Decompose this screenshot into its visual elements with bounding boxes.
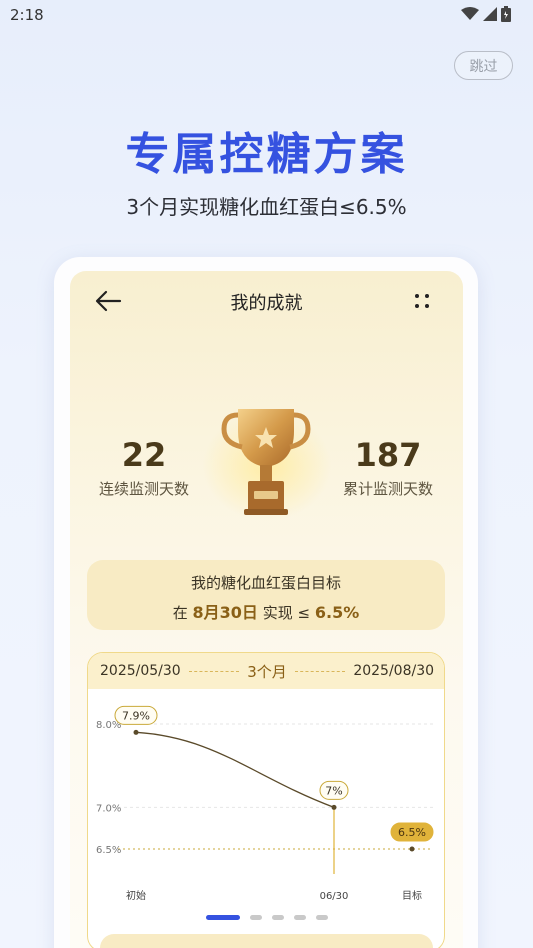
goal-date: 8月30日 bbox=[192, 603, 258, 622]
goal-line: 在 8月30日 实现 ≤ 6.5% bbox=[87, 599, 445, 623]
phone-mockup-screen: 我的成就 22 连续监测天数 187 累计监测天数 我的糖化血红蛋白目标 在 8… bbox=[70, 271, 463, 948]
chart-header: 2025/05/30 3个月 2025/08/30 bbox=[88, 653, 444, 689]
screen-title: 我的成就 bbox=[230, 293, 303, 314]
hba1c-line-chart: 8.0%7.0%6.5%7.9%7%6.5%初始 06/30 目标 bbox=[96, 705, 434, 902]
y-tick-label: 6.5% bbox=[96, 845, 121, 856]
x-tick-label: 06/30 bbox=[320, 891, 349, 902]
goal-symbol: ≤ bbox=[297, 604, 311, 622]
total-days-value: 187 bbox=[354, 436, 422, 474]
pager-dot[interactable] bbox=[205, 914, 240, 920]
data-label: 7.9% bbox=[122, 709, 150, 722]
pager-dot[interactable] bbox=[271, 914, 284, 920]
goal-target: 6.5% bbox=[314, 603, 360, 622]
hero-title: 专属控糖方案 bbox=[125, 129, 408, 180]
skip-button[interactable]: 跳过 bbox=[454, 51, 513, 80]
total-days-stat: 187 累计监测天数 bbox=[332, 436, 444, 499]
pager-dot[interactable] bbox=[315, 914, 328, 920]
carousel-pager bbox=[70, 912, 463, 922]
data-label: 6.5% bbox=[398, 826, 426, 839]
x-tick-label: 目标 bbox=[402, 890, 422, 902]
x-tick-label: 初始 bbox=[126, 889, 146, 902]
consecutive-days-label: 连续监测天数 bbox=[98, 480, 189, 498]
total-days-label: 累计监测天数 bbox=[342, 480, 433, 498]
header-divider bbox=[294, 670, 346, 672]
data-point bbox=[409, 846, 415, 852]
goal-title: 我的糖化血红蛋白目标 bbox=[190, 574, 341, 592]
hba1c-chart-card[interactable]: 2025/05/30 3个月 2025/08/30 8.0% 7.0% 6.5% 7.… bbox=[87, 652, 445, 948]
goal-prefix: 在 bbox=[172, 604, 188, 622]
status-icons bbox=[461, 6, 511, 22]
trophy-icon bbox=[221, 409, 311, 515]
goal-middle: 实现 bbox=[262, 604, 293, 622]
status-bar: 2:18 bbox=[0, 0, 533, 30]
data-point bbox=[133, 729, 139, 735]
chart-start-date: 2025/05/30 bbox=[100, 663, 181, 679]
data-label: 7% bbox=[325, 784, 342, 797]
status-time: 2:18 bbox=[10, 6, 44, 24]
pager-dot[interactable] bbox=[293, 914, 306, 920]
chart-end-date: 2025/08/30 bbox=[353, 663, 435, 679]
series-line bbox=[135, 731, 335, 808]
chart-period: 3个月 bbox=[247, 662, 287, 681]
consecutive-days-stat: 22 连续监测天数 bbox=[88, 436, 200, 499]
next-card-peek bbox=[100, 934, 433, 948]
pager-dot[interactable] bbox=[249, 914, 262, 920]
battery-icon bbox=[501, 6, 511, 22]
wifi-icon bbox=[461, 7, 479, 20]
consecutive-days-value: 22 bbox=[121, 436, 167, 474]
screen-topbar: 我的成就 bbox=[70, 271, 463, 331]
hero-subtitle: 3个月实现糖化血红蛋白≤6.5% bbox=[126, 195, 407, 219]
hba1c-goal-box: 我的糖化血红蛋白目标 在 8月30日 实现 ≤ 6.5% bbox=[87, 560, 445, 630]
header-divider bbox=[188, 670, 240, 672]
data-point bbox=[331, 804, 337, 810]
y-tick-label: 7.0% bbox=[96, 803, 121, 814]
signal-icon bbox=[483, 7, 497, 21]
more-dots-icon[interactable] bbox=[412, 291, 432, 311]
